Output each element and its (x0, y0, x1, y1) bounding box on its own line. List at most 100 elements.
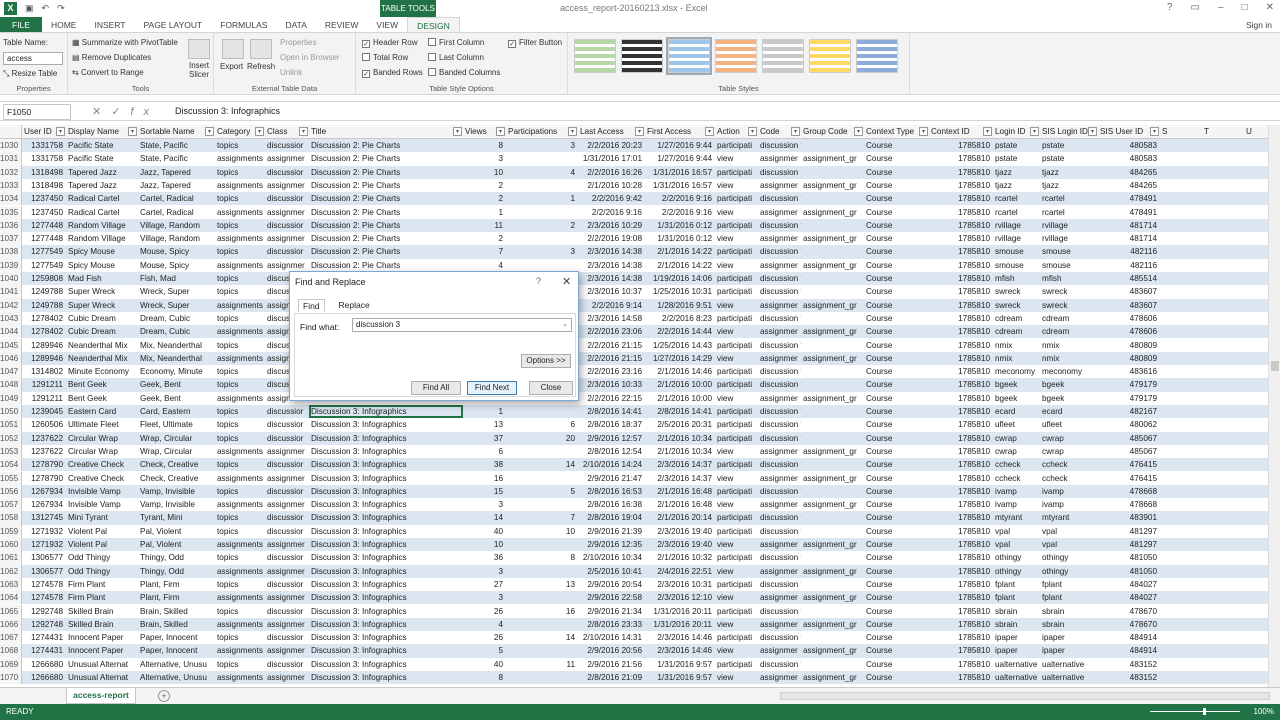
table-cell[interactable]: mfish (993, 272, 1040, 285)
table-cell[interactable]: 2/2/2016 9:42 (578, 192, 645, 205)
table-cell[interactable]: 7 (463, 245, 506, 258)
table-cell[interactable]: 16 (506, 605, 578, 618)
table-cell[interactable]: 1312745 (22, 511, 66, 524)
table-cell[interactable]: Circular Wrap (66, 432, 138, 445)
table-cell[interactable]: 1785810 (929, 578, 993, 591)
table-cell[interactable]: discussion topics (758, 272, 801, 285)
insert-slicer-button[interactable]: Insert Slicer (186, 61, 212, 79)
table-cell[interactable]: rvillage (1040, 232, 1098, 245)
filter-dropdown-icon[interactable]: ▾ (791, 127, 800, 136)
table-cell[interactable]: Discussion 2: Pie Charts (309, 232, 463, 245)
filter-button-checkbox[interactable]: ✓ Filter Button (508, 38, 562, 48)
table-cell[interactable]: 1/31/2016 9:57 (645, 658, 715, 671)
table-cell[interactable]: 2/9/2016 12:57 (578, 432, 645, 445)
table-cell[interactable]: participati (715, 511, 758, 524)
table-cell[interactable]: smouse (1040, 245, 1098, 258)
table-cell[interactable]: discussior (265, 485, 309, 498)
save-icon[interactable]: ▣ (25, 3, 34, 14)
table-cell[interactable]: rcartel (1040, 192, 1098, 205)
table-cell[interactable]: 1237450 (22, 206, 66, 219)
table-cell[interactable]: assignments (215, 644, 265, 657)
table-cell[interactable] (506, 152, 578, 165)
table-cell[interactable]: Course (864, 392, 929, 405)
table-cell[interactable]: Economy, Minute (138, 365, 215, 378)
table-cell[interactable]: Unusual Alternat (66, 658, 138, 671)
table-cell[interactable]: 2/3/2016 14:38 (578, 272, 645, 285)
table-cell[interactable]: pstate (1040, 152, 1098, 165)
filter-dropdown-icon[interactable]: ▾ (56, 127, 65, 136)
table-cell[interactable]: 1785810 (929, 658, 993, 671)
table-cell[interactable]: Course (864, 325, 929, 338)
table-cell[interactable]: 2/8/2016 14:41 (578, 405, 645, 418)
table-cell[interactable]: 2/2/2016 9:14 (578, 299, 645, 312)
table-cell[interactable]: 1278790 (22, 472, 66, 485)
filter-dropdown-icon[interactable]: ▾ (453, 127, 462, 136)
table-cell[interactable]: Bent Geek (66, 392, 138, 405)
table-cell[interactable]: 2/9/2016 21:34 (578, 605, 645, 618)
table-cell[interactable]: 2/1/2016 10:34 (645, 432, 715, 445)
row-number[interactable]: 1030 (0, 139, 22, 153)
table-cell[interactable]: assignmer (758, 259, 801, 272)
table-cell[interactable]: 2/2/2016 19:08 (578, 232, 645, 245)
table-cell[interactable]: 1291211 (22, 392, 66, 405)
dialog-close-icon[interactable]: ✕ (562, 275, 571, 288)
total-row-checkbox[interactable]: Total Row (362, 53, 408, 62)
table-cell[interactable]: view (715, 232, 758, 245)
table-cell[interactable]: 1 (463, 405, 506, 418)
table-cell[interactable]: 1785810 (929, 232, 993, 245)
table-cell[interactable]: 2/1/2016 16:48 (645, 498, 715, 511)
table-cell[interactable]: Course (864, 432, 929, 445)
table-cell[interactable]: sbrain (1040, 605, 1098, 618)
row-number[interactable]: 1052 (0, 431, 22, 445)
table-cell[interactable]: Check, Creative (138, 472, 215, 485)
tab-file[interactable]: FILE (0, 17, 42, 32)
table-cell[interactable]: Course (864, 166, 929, 179)
table-cell[interactable] (801, 166, 864, 179)
table-cell[interactable]: ccheck (1040, 472, 1098, 485)
table-name-input[interactable]: access (3, 52, 63, 65)
table-cell[interactable]: 2/8/2016 18:37 (578, 418, 645, 431)
export-icon[interactable] (222, 39, 244, 59)
table-cell[interactable]: 2/1/2016 10:00 (645, 392, 715, 405)
table-cell[interactable]: 483616 (1098, 365, 1160, 378)
table-cell[interactable]: discussior (265, 245, 309, 258)
table-cell[interactable]: 7 (506, 511, 578, 524)
table-cell[interactable] (506, 405, 578, 418)
table-cell[interactable]: 2/9/2016 21:56 (578, 658, 645, 671)
table-cell[interactable]: 2/2/2016 23:16 (578, 365, 645, 378)
table-cell[interactable]: 1278790 (22, 458, 66, 471)
table-cell[interactable]: tjazz (993, 179, 1040, 192)
row-number[interactable]: 1046 (0, 351, 22, 366)
table-cell[interactable]: assignment_gr (801, 618, 864, 631)
table-cell[interactable]: topics (215, 405, 265, 418)
table-cell[interactable]: discussion topics (758, 578, 801, 591)
table-cell[interactable]: Course (864, 565, 929, 578)
table-cell[interactable]: discussion topics (758, 378, 801, 391)
table-cell[interactable]: topics (215, 192, 265, 205)
table-cell[interactable]: 1277448 (22, 219, 66, 232)
table-cell[interactable]: Course (864, 511, 929, 524)
table-cell[interactable] (801, 219, 864, 232)
table-cell[interactable]: Tapered Jazz (66, 166, 138, 179)
table-cell[interactable]: 1785810 (929, 511, 993, 524)
table-cell[interactable]: assignmer (758, 671, 801, 684)
row-number[interactable]: 1039 (0, 258, 22, 272)
table-cell[interactable]: Neanderthal Mix (66, 339, 138, 352)
table-cell[interactable]: 5 (506, 485, 578, 498)
table-cell[interactable]: rvillage (993, 219, 1040, 232)
table-cell[interactable]: fplant (1040, 578, 1098, 591)
table-cell[interactable]: 2 (506, 219, 578, 232)
table-cell[interactable]: 1785810 (929, 392, 993, 405)
table-cell[interactable]: Course (864, 445, 929, 458)
table-cell[interactable]: 482116 (1098, 259, 1160, 272)
table-cell[interactable]: 480062 (1098, 418, 1160, 431)
table-cell[interactable]: discussion topics (758, 432, 801, 445)
table-cell[interactable]: 2/8/2016 14:41 (645, 405, 715, 418)
table-cell[interactable]: 1237450 (22, 192, 66, 205)
table-cell[interactable]: 1785810 (929, 472, 993, 485)
table-cell[interactable]: swreck (993, 285, 1040, 298)
table-cell[interactable]: discussion topics (758, 219, 801, 232)
table-cell[interactable]: discussior (265, 192, 309, 205)
table-cell[interactable]: 1785810 (929, 312, 993, 325)
table-cell[interactable]: participati (715, 432, 758, 445)
